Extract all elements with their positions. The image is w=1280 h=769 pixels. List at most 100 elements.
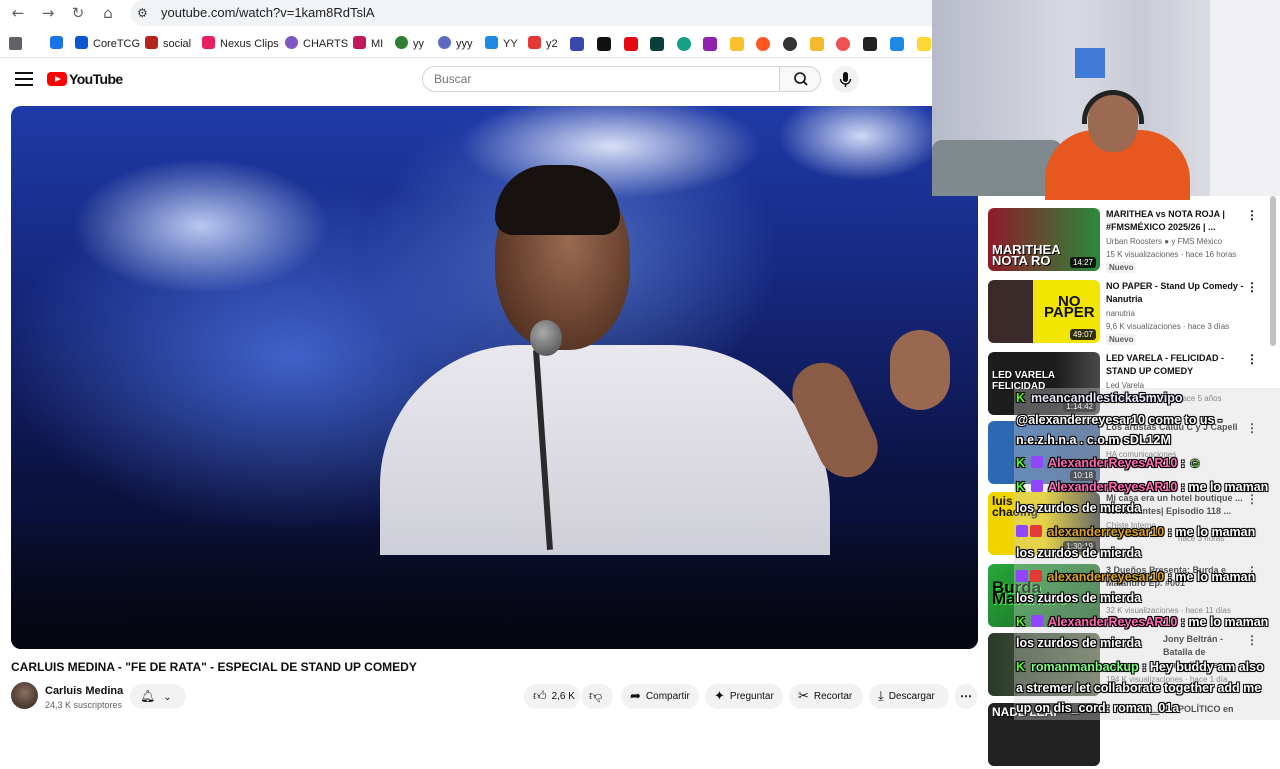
reload-icon[interactable]: ↻ [68, 3, 88, 23]
YY-icon [485, 36, 498, 49]
folder-icon[interactable] [917, 37, 931, 51]
bookmark-label: y2 [546, 38, 558, 50]
performer-shirt [380, 345, 830, 555]
bookmark-yy[interactable]: yy [395, 36, 424, 52]
youtube-logo-text[interactable]: YouTube [69, 71, 123, 87]
search-input[interactable] [422, 66, 780, 92]
bookmark-label: yy [413, 38, 424, 50]
bookmark-0[interactable] [50, 36, 68, 52]
kick-icon: K [1016, 480, 1026, 494]
social-icon [145, 36, 158, 49]
y2-icon [528, 36, 541, 49]
ask-label: Preguntar [729, 691, 774, 702]
ask-button[interactable]: ✦ Preguntar [705, 684, 783, 709]
dislike-button[interactable]: 👎︎ [581, 684, 613, 709]
kick-icon: K [1016, 615, 1026, 629]
netflix-icon[interactable] [624, 37, 638, 51]
back-icon[interactable]: ← [8, 3, 28, 23]
chat-message: K AlexanderReyesAR10 : ☺ [1016, 452, 1201, 474]
chat-username: AlexanderReyesAR10 [1048, 456, 1178, 470]
video-thumbnail[interactable]: NO PAPER 49:07 [988, 280, 1100, 343]
notification-bell-button[interactable]: 🔔︎ ⌄ [130, 684, 186, 709]
bookmark-coretcg[interactable]: CoreTCG [75, 36, 140, 52]
recommendation-item[interactable]: MARITHEA NOTA RO 14:27 MARITHEA vs NOTA R… [988, 208, 1278, 274]
url-text[interactable]: youtube.com/watch?v=1kam8RdTslA [161, 5, 375, 20]
voice-search-button[interactable] [832, 66, 859, 93]
bookmark-charts[interactable]: CHARTS [285, 36, 348, 52]
channel-name[interactable]: Carluis Medina [45, 685, 123, 697]
recommendation-channel[interactable]: Urban Roosters ● y FMS México [1106, 237, 1222, 246]
clip-button[interactable]: ✂ Recortar [789, 684, 863, 709]
more-actions-button[interactable]: ⋯ [955, 684, 977, 709]
chat-text: : Hey buddy am also [1142, 660, 1264, 674]
twitch-icon [1016, 525, 1028, 537]
scissors-icon: ✂ [798, 689, 809, 704]
channel-label: Urban Roosters [1106, 237, 1163, 246]
download-label: Descargar [888, 691, 935, 702]
sparkle-icon: ✦ [714, 689, 725, 704]
soccer-ball-icon[interactable] [783, 37, 797, 51]
search-button[interactable] [779, 66, 821, 92]
new-badge: Nuevo [1106, 262, 1137, 273]
like-button[interactable]: 👍︎ 2,6 K [524, 684, 580, 709]
more-vertical-icon[interactable]: ⋮ [1246, 280, 1258, 294]
bookmark-y2[interactable]: y2 [528, 36, 558, 52]
apps-grid-icon[interactable] [9, 37, 22, 50]
chat-username: meancandlesticka5mvipo [1031, 391, 1183, 405]
recommendation-channel[interactable]: nanutria [1106, 309, 1135, 318]
site-info-icon[interactable]: ⚙ [137, 4, 153, 22]
chat-username: AlexanderReyesAR10 [1048, 480, 1178, 494]
more-vertical-icon[interactable]: ⋮ [1246, 352, 1258, 366]
bookmark-label: yyy [456, 38, 473, 50]
chat-text: los zurdos de mierda [1016, 501, 1142, 515]
chat-text: a stremer let collaborate together add m… [1016, 681, 1262, 695]
microphone-prop [530, 320, 562, 356]
recommendation-title[interactable]: MARITHEA vs NOTA ROJA | #FMSMÉXICO 2025/… [1106, 208, 1246, 234]
video-thumbnail[interactable]: MARITHEA NOTA RO 14:27 [988, 208, 1100, 271]
recommendation-meta: 15 K visualizaciones · hace 16 horas [1106, 250, 1237, 259]
bookmark-icon[interactable] [570, 37, 584, 51]
bookmark-icon[interactable] [650, 37, 664, 51]
chat-text: los zurdos de mierda [1016, 546, 1142, 560]
bookmark-icon[interactable] [597, 37, 611, 51]
recommendation-item[interactable]: NO PAPER 49:07 NO PAPER - Stand Up Comedy… [988, 280, 1278, 346]
bookmark-nexus-clips[interactable]: Nexus Clips [202, 36, 279, 52]
coretcg-icon [75, 36, 88, 49]
hamburger-menu-icon[interactable] [15, 72, 33, 86]
recommendation-title[interactable]: LED VARELA - FELICIDAD - STAND UP COMEDY [1106, 352, 1246, 378]
chat-message: K AlexanderReyesAR10 : me lo maman [1016, 611, 1268, 633]
chat-message: alexanderreyesar10 : me lo maman [1016, 521, 1255, 543]
bookmark-icon[interactable] [703, 37, 717, 51]
bookmark-icon[interactable] [863, 37, 877, 51]
duration-badge: 14:27 [1069, 257, 1096, 268]
share-label: Compartir [645, 691, 690, 702]
binance-icon[interactable] [810, 37, 824, 51]
download-icon: ⤓ [878, 689, 884, 704]
new-badge: Nuevo [1106, 334, 1137, 345]
thumbs-down-icon: 👎︎ [589, 689, 603, 704]
bookmark-yyy[interactable]: yyy [438, 36, 473, 52]
download-button[interactable]: ⤓ Descargar [869, 684, 949, 709]
bookmark-icon[interactable] [756, 37, 770, 51]
chat-text: : me lo maman [1180, 615, 1269, 629]
bell-icon: 🔔︎ [140, 689, 156, 703]
channel-avatar[interactable] [11, 682, 38, 709]
bookmark-icon[interactable] [730, 37, 744, 51]
bookmark-label: Nexus Clips [220, 38, 279, 50]
bookmark-YY[interactable]: YY [485, 36, 518, 52]
bookmark-mi[interactable]: MI [353, 36, 383, 52]
calendar-icon[interactable] [890, 37, 904, 51]
bookmark-social[interactable]: social [145, 36, 191, 52]
forward-icon[interactable]: → [38, 3, 58, 23]
recommendation-title[interactable]: NO PAPER - Stand Up Comedy - Nanutria [1106, 280, 1246, 306]
more-vertical-icon[interactable]: ⋮ [1246, 208, 1258, 222]
bookmark-icon[interactable] [836, 37, 850, 51]
share-button[interactable]: ➦ Compartir [621, 684, 699, 709]
chat-message: alexanderreyesar10 : me lo maman [1016, 566, 1255, 588]
bookmark-icon [50, 36, 63, 49]
chat-message: Kromanmanbackup : Hey buddy am also [1016, 656, 1264, 678]
channel-extra: y FMS México [1171, 237, 1223, 246]
chevron-down-icon: ⌄ [163, 692, 172, 703]
bookmark-icon[interactable] [677, 37, 691, 51]
home-icon[interactable]: ⌂ [98, 3, 118, 23]
